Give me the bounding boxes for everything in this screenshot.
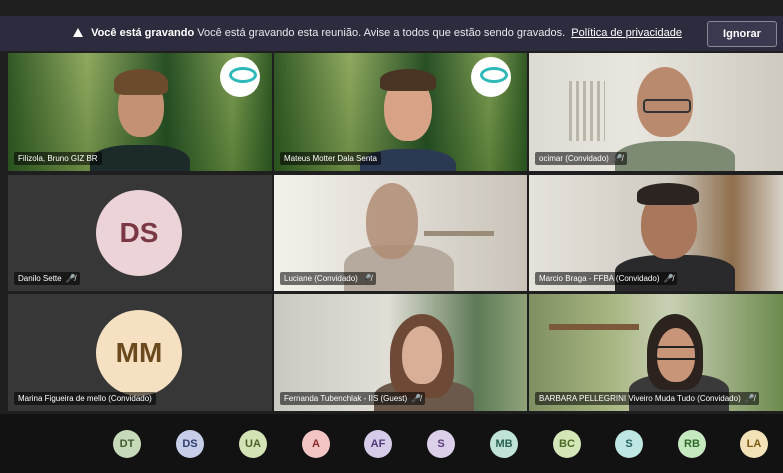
banner-title: Você está gravando <box>91 27 195 39</box>
banner-message: Você está gravando esta reunião. Avise a… <box>197 27 566 39</box>
mic-off-icon: 🎤̸ <box>612 154 623 163</box>
participant-hair <box>380 69 436 91</box>
recording-banner: Você está gravando Você está gravando es… <box>0 16 783 51</box>
participant-name: Marcio Braga - FFBA (Convidado) 🎤̸ <box>535 272 678 285</box>
participant-name: Danilo Sette 🎤̸ <box>14 272 80 285</box>
participant-chip[interactable]: AF <box>364 430 392 458</box>
participant-hair <box>114 69 168 95</box>
participant-name: Luciane (Convidado) 🎤̸ <box>280 272 376 285</box>
mic-off-icon: 🎤̸ <box>744 394 755 403</box>
mic-off-icon: 🎤̸ <box>361 274 372 283</box>
participant-chip[interactable]: BC <box>553 430 581 458</box>
participant-chip[interactable]: DT <box>113 430 141 458</box>
participant-chip[interactable]: RB <box>678 430 706 458</box>
participant-face <box>402 326 442 384</box>
glasses-icon <box>643 99 691 113</box>
logo-icon <box>220 57 260 97</box>
video-tile-ocimar[interactable]: ocimar (Convidado) 🎤̸ <box>529 53 783 171</box>
participant-name: Marina Figueira de mello (Convidado) <box>14 392 156 405</box>
dismiss-button[interactable]: Ignorar <box>707 21 777 47</box>
video-tile-mateus[interactable]: Mateus Motter Dala Senta <box>274 53 527 171</box>
video-tile-bruno[interactable]: Filizola, Bruno GIZ BR <box>8 53 272 171</box>
avatar: DS <box>96 190 182 276</box>
participant-chip[interactable]: LA <box>740 430 768 458</box>
wooden-beam <box>549 324 639 330</box>
participant-body <box>90 145 190 171</box>
video-tile-luciane[interactable]: Luciane (Convidado) 🎤̸ <box>274 175 527 291</box>
video-tile-fernanda[interactable]: Fernanda Tubenchlak - IIS (Guest) 🎤̸ <box>274 294 527 411</box>
participant-chip[interactable]: S <box>427 430 455 458</box>
participant-chip[interactable]: DS <box>176 430 204 458</box>
participant-name: BARBARA PELLEGRINI Viveiro Muda Tudo (Co… <box>535 392 759 405</box>
warning-triangle-icon <box>73 28 83 37</box>
video-tile-marina[interactable]: MM Marina Figueira de mello (Convidado) <box>8 294 272 411</box>
participant-name: ocimar (Convidado) 🎤̸ <box>535 152 627 165</box>
banner-message-row: Você está gravando Você está gravando es… <box>73 27 682 39</box>
window-blinds <box>569 81 605 141</box>
participants-bar: DT DS UA A AF S MB BC S RB LA <box>0 414 783 473</box>
video-tile-marcio[interactable]: Marcio Braga - FFBA (Convidado) 🎤̸ <box>529 175 783 291</box>
participant-chip[interactable]: S <box>615 430 643 458</box>
mic-off-icon: 🎤̸ <box>663 274 674 283</box>
participant-face <box>366 183 418 259</box>
participant-chip[interactable]: A <box>302 430 330 458</box>
participant-name: Mateus Motter Dala Senta <box>280 152 381 165</box>
participant-hair <box>637 183 699 205</box>
participant-name: Fernanda Tubenchlak - IIS (Guest) 🎤̸ <box>280 392 426 405</box>
participant-name: Filizola, Bruno GIZ BR <box>14 152 102 165</box>
mic-off-icon: 🎤̸ <box>65 274 76 283</box>
video-tile-danilo[interactable]: DS Danilo Sette 🎤̸ <box>8 175 272 291</box>
video-tile-barbara[interactable]: BARBARA PELLEGRINI Viveiro Muda Tudo (Co… <box>529 294 783 411</box>
participant-chip[interactable]: UA <box>239 430 267 458</box>
shelf <box>424 231 494 236</box>
participant-body <box>615 141 735 171</box>
mic-off-icon: 🎤̸ <box>411 394 422 403</box>
avatar: MM <box>96 310 182 396</box>
privacy-policy-link[interactable]: Política de privacidade <box>571 27 682 39</box>
logo-icon <box>471 57 511 97</box>
participant-chip[interactable]: MB <box>490 430 518 458</box>
glasses-icon <box>655 346 699 360</box>
